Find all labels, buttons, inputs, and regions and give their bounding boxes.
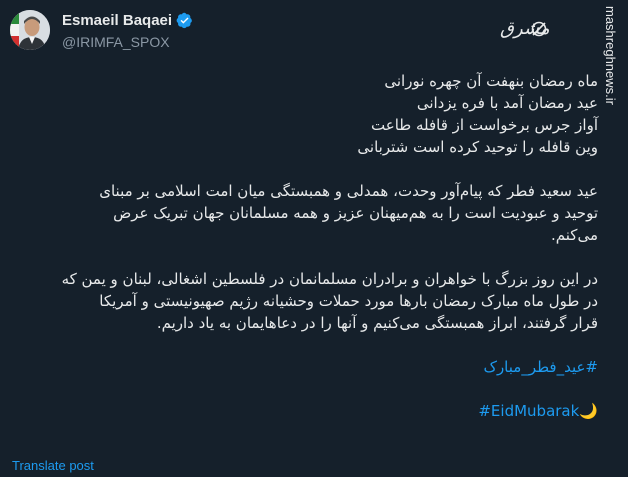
- handle[interactable]: @IRIMFA_SPOX: [62, 34, 170, 50]
- poem-line: ماه رمضان بنهفت آن چهره نورانی: [384, 72, 598, 90]
- display-name[interactable]: Esmaeil Baqaei: [62, 12, 172, 29]
- crescent-moon-icon: 🌙: [579, 402, 598, 420]
- text-line: عید سعید فطر که پیام‌آور وحدت، همدلی و ه…: [99, 182, 598, 200]
- avatar-photo: [10, 10, 50, 50]
- text-line: در این روز بزرگ با خواهران و برادران مسل…: [61, 270, 598, 288]
- text-line: می‌کنم.: [551, 226, 598, 244]
- brand-logo-icon: [531, 21, 547, 37]
- translate-post-link[interactable]: Translate post: [12, 458, 94, 473]
- solidarity-paragraph: در این روز بزرگ با خواهران و برادران مسل…: [28, 268, 598, 334]
- poem-line: وین قافله را توحید کرده است شتربانی: [357, 138, 598, 156]
- brand-watermark: مشرق: [500, 10, 560, 39]
- verified-badge-icon: [176, 12, 192, 29]
- text-line: در طول ماه مبارک رمضان بارها مورد حملات …: [99, 292, 598, 310]
- avatar[interactable]: [10, 10, 50, 50]
- greeting-paragraph: عید سعید فطر که پیام‌آور وحدت، همدلی و ه…: [28, 180, 598, 246]
- site-watermark: mashreghnews.ir: [598, 6, 622, 126]
- poem-line: عید رمضان آمد با فره یزدانی: [416, 94, 598, 112]
- hashtag-fa-row: #عید_فطر_مبارک: [28, 356, 598, 378]
- hashtag-en-row: #EidMubarak🌙: [28, 400, 598, 422]
- hashtag-fa[interactable]: #عید_فطر_مبارک: [484, 358, 598, 376]
- text-line: توحید و عبودیت است را به هم‌میهنان عزیز …: [113, 204, 598, 222]
- poem-paragraph: ماه رمضان بنهفت آن چهره نورانی عید رمضان…: [28, 70, 598, 158]
- text-line: قرار گرفتند، ابراز همبستگی می‌کنیم و آنه…: [156, 314, 598, 332]
- tweet-body: ماه رمضان بنهفت آن چهره نورانی عید رمضان…: [28, 70, 598, 422]
- poem-line: آواز جرس برخواست از قافله طاعت: [371, 116, 598, 134]
- hashtag-en[interactable]: #EidMubarak: [478, 402, 579, 420]
- tweet-header: Esmaeil Baqaei @IRIMFA_SPOX: [10, 10, 570, 58]
